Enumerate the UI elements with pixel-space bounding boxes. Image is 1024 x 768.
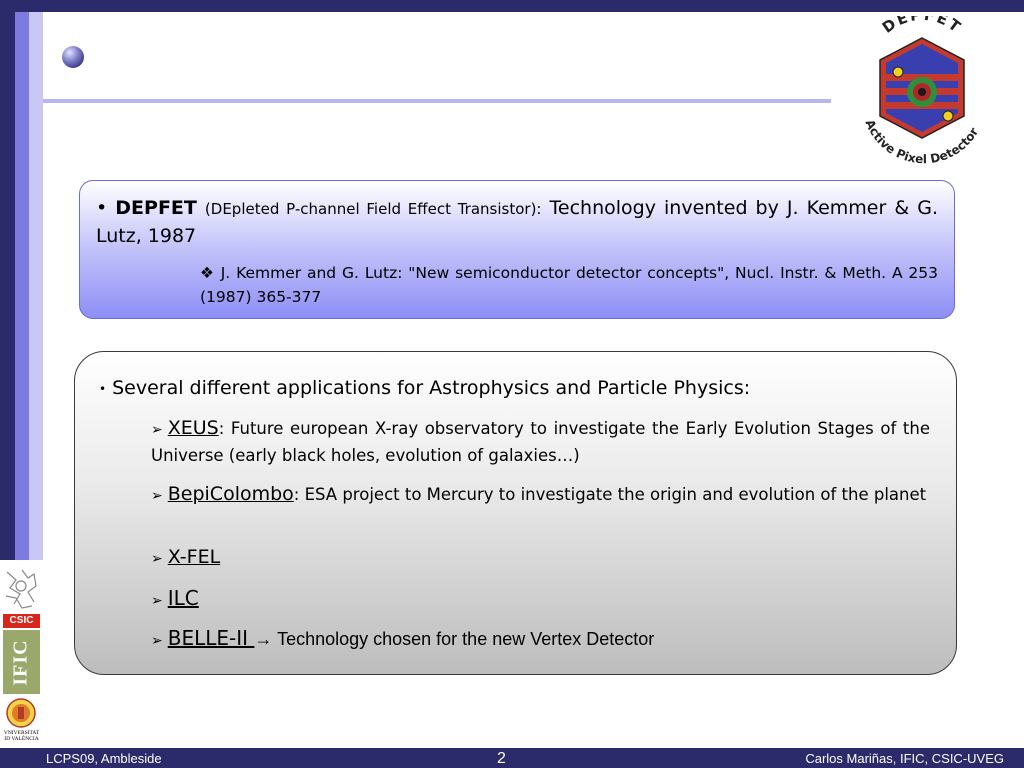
title-bullet-icon: [62, 46, 84, 68]
list-item-bepicolombo: ➢ BepiColombo: ESA project to Mercury to …: [151, 482, 930, 509]
left-strip-dark: [0, 12, 15, 560]
reference-text: J. Kemmer and G. Lutz: "New semiconducto…: [200, 264, 938, 306]
top-bar: [0, 0, 1024, 12]
reference-marker-icon: ❖: [200, 264, 215, 282]
box1-bullet: •: [96, 197, 108, 219]
arrow-bullet-icon: ➢: [151, 633, 163, 649]
box2-bullet: •: [99, 381, 107, 396]
arrow-bullet-icon: ➢: [151, 422, 163, 438]
belle2-description: → Technology chosen for the new Vertex D…: [254, 629, 655, 649]
left-strip-pale: [29, 12, 43, 560]
applications-heading: • Several different applications for Astr…: [99, 374, 939, 403]
ific-logo: IFIC: [3, 630, 40, 694]
svg-text:DEPFET: DEPFET: [879, 16, 965, 37]
ific-logo-text: IFIC: [10, 638, 33, 686]
depfet-logo: DEPFET Active Pixel Detector: [862, 16, 981, 164]
logo-top-text: DEPFET: [879, 16, 963, 37]
depfet-definition-box: • DEPFET (DEpleted P-channel Field Effec…: [79, 180, 955, 319]
depfet-reference: ❖ J. Kemmer and G. Lutz: "New semiconduc…: [200, 261, 938, 309]
title-rule: [43, 99, 831, 103]
footer-event: LCPS09, Ambleside: [46, 751, 162, 766]
depfet-expansion: (DEpleted P-channel Field Effect Transis…: [204, 200, 542, 218]
xeus-description: : Future european X-ray observatory to i…: [151, 419, 930, 465]
institution-logos: CSIC IFIC VNIVERSITAT ID VALÈNCIA: [0, 560, 43, 748]
footer-bar: LCPS09, Ambleside 2 Carlos Mariñas, IFIC…: [0, 748, 1024, 768]
uv-seal-icon: [6, 698, 36, 728]
bepicolombo-link[interactable]: BepiColombo: [168, 483, 294, 505]
applications-heading-text: Several different applications for Astro…: [112, 377, 751, 399]
arrow-bullet-icon: ➢: [151, 488, 163, 504]
footer-author: Carlos Mariñas, IFIC, CSIC-UVEG: [805, 751, 1004, 766]
applications-box: • Several different applications for Astr…: [74, 351, 957, 675]
depfet-term: DEPFET: [115, 197, 197, 219]
uv-logo-text: VNIVERSITAT ID VALÈNCIA: [0, 730, 43, 742]
depfet-definition: • DEPFET (DEpleted P-channel Field Effec…: [96, 195, 938, 250]
bepicolombo-description: : ESA project to Mercury to investigate …: [293, 485, 927, 504]
list-item-belle2: ➢ BELLE-II → Technology chosen for the ne…: [151, 626, 930, 654]
arrow-bullet-icon: ➢: [151, 551, 163, 567]
belle2-link[interactable]: BELLE-II: [168, 626, 255, 650]
list-item-xeus: ➢ XEUS: Future european X-ray observatory…: [151, 416, 930, 468]
xfel-link[interactable]: X-FEL: [168, 546, 220, 568]
csic-emblem-icon: [2, 566, 41, 612]
xeus-link[interactable]: XEUS: [168, 417, 219, 439]
page-number: 2: [497, 750, 506, 767]
list-item-ilc: ➢ ILC: [151, 586, 930, 614]
list-item-xfel: ➢ X-FEL: [151, 545, 930, 572]
uv-line-2: ID VALÈNCIA: [4, 736, 39, 742]
ilc-link[interactable]: ILC: [168, 586, 199, 610]
csic-logo-text: CSIC: [3, 614, 40, 628]
left-strip-light: [15, 12, 29, 560]
arrow-bullet-icon: ➢: [151, 593, 163, 609]
